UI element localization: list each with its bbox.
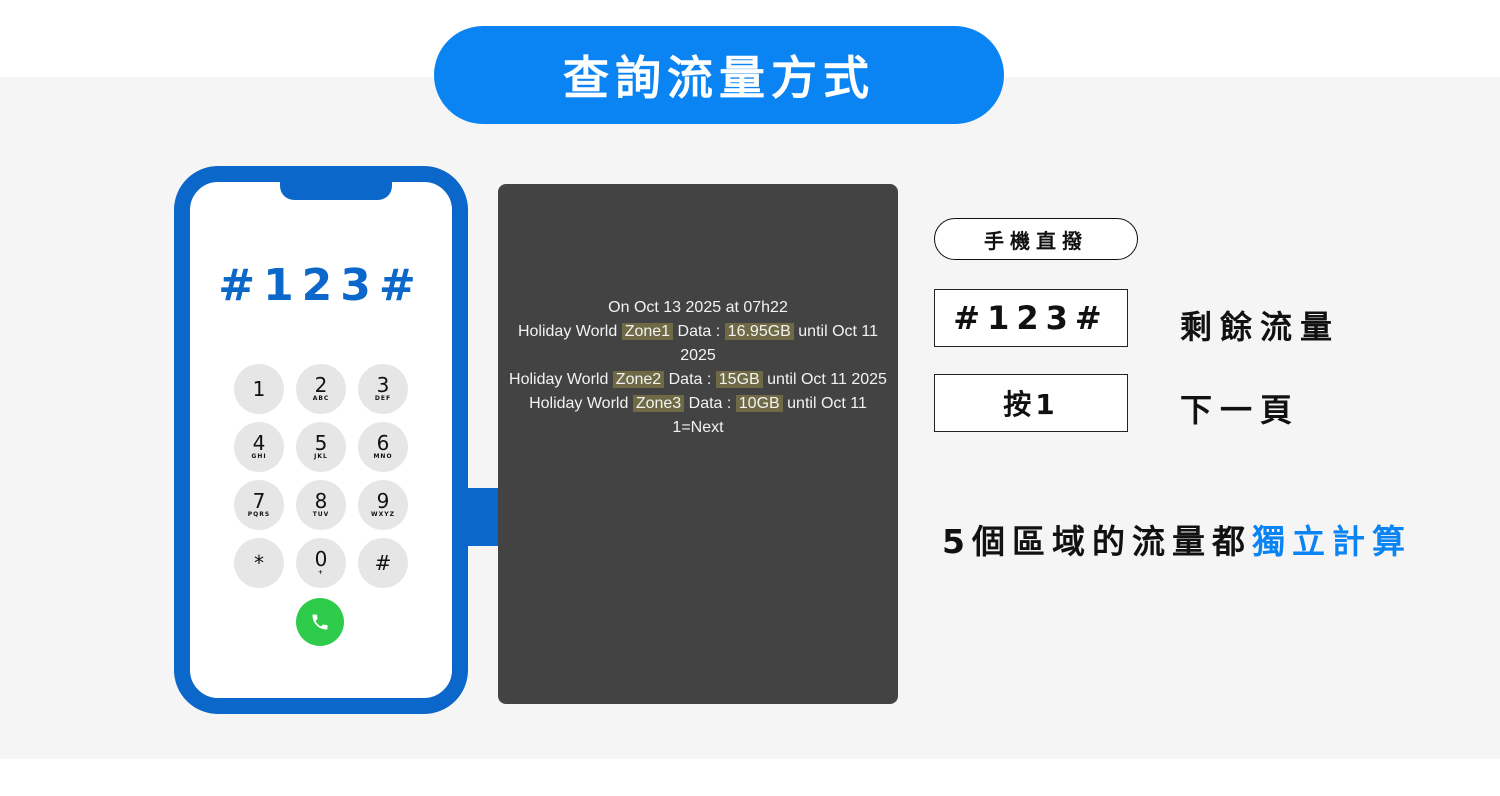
key-letters: TUV — [312, 511, 330, 518]
key-digit: 3 — [376, 373, 390, 397]
key-4[interactable]: 4 GHI — [234, 422, 284, 472]
dialed-code: #123# — [218, 260, 424, 311]
footnote-highlight: 獨立計算 — [1251, 522, 1412, 561]
call-button[interactable] — [296, 598, 344, 646]
ussd-zone-amount: 16.95GB — [724, 323, 794, 340]
dial-keypad: 1 2 ABC 3 DEF 4 GHI 5 JKL 6 MNO 7 PQRS 8 TUV 9 WXYZ * 0 + # — [234, 364, 424, 588]
phone-icon — [312, 614, 328, 630]
page-title: 查詢流量方式 — [434, 26, 1004, 124]
key-0[interactable]: 0 + — [296, 538, 346, 588]
footnote-text: 5個區域的流量都 — [942, 522, 1252, 561]
ussd-prefix: Holiday World — [509, 371, 609, 388]
ussd-data-label: Data : — [677, 323, 721, 340]
ussd-message: On Oct 13 2025 at 07h22 Holiday World Zo… — [498, 296, 898, 440]
ussd-zone-name: Zone3 — [632, 395, 685, 412]
key-letters: MNO — [373, 453, 393, 460]
ussd-until: until — [767, 371, 797, 388]
key-8[interactable]: 8 TUV — [296, 480, 346, 530]
key-letters: GHI — [251, 453, 267, 460]
ussd-zone-line: Holiday World Zone3 Data : 10GB until Oc… — [502, 392, 894, 416]
key-digit: 7 — [252, 489, 266, 513]
key-letters: WXYZ — [371, 511, 395, 518]
ussd-next-option: 1=Next — [672, 419, 724, 436]
key-digit: 5 — [314, 431, 328, 455]
footnote: 5個區域的流量都獨立計算 — [942, 515, 1412, 563]
ussd-data-label: Data : — [668, 371, 712, 388]
ussd-zone-line: Holiday World Zone1 Data : 16.95GB until… — [502, 320, 894, 368]
phone-notch — [280, 178, 392, 200]
ussd-zone-line: Holiday World Zone2 Data : 15GB until Oc… — [502, 368, 894, 392]
ussd-expiry: Oct 11 2025 — [800, 371, 887, 388]
key-digit: 4 — [252, 431, 266, 455]
ussd-date-line: On Oct 13 2025 at 07h22 — [608, 299, 788, 316]
key-digit: 6 — [376, 431, 390, 455]
ussd-data-label: Data : — [688, 395, 732, 412]
key-letters: DEF — [374, 395, 392, 402]
ussd-zone-name: Zone2 — [612, 371, 665, 388]
key-5[interactable]: 5 JKL — [296, 422, 346, 472]
ussd-zone-amount: 15GB — [715, 371, 763, 388]
key-star[interactable]: * — [234, 538, 284, 588]
phone-illustration: #123# 1 2 ABC 3 DEF 4 GHI 5 JKL 6 MNO 7 PQRS 8 TUV 9 WXY… — [174, 166, 468, 714]
ussd-prefix: Holiday World — [517, 323, 618, 340]
key-9[interactable]: 9 WXYZ — [358, 480, 408, 530]
code-box: #123# — [934, 289, 1128, 347]
key-digit: 1 — [252, 377, 266, 401]
key-digit: 2 — [314, 373, 328, 397]
ussd-prefix: Holiday World — [529, 395, 629, 412]
key-digit: 8 — [314, 489, 328, 513]
code-box: 按1 — [934, 374, 1128, 432]
code-meaning: 剩餘流量 — [1180, 308, 1341, 346]
key-digit: 9 — [376, 489, 390, 513]
ussd-until: until — [787, 395, 817, 412]
ussd-zone-name: Zone1 — [621, 323, 674, 340]
key-letters: JKL — [314, 453, 328, 460]
key-digit: 0 — [314, 547, 328, 571]
key-letters: PQRS — [247, 511, 271, 518]
ussd-response-screen: On Oct 13 2025 at 07h22 Holiday World Zo… — [498, 184, 898, 704]
key-1[interactable]: 1 — [234, 364, 284, 414]
key-letters: ABC — [312, 395, 330, 402]
key-hash[interactable]: # — [358, 538, 408, 588]
key-2[interactable]: 2 ABC — [296, 364, 346, 414]
key-3[interactable]: 3 DEF — [358, 364, 408, 414]
key-7[interactable]: 7 PQRS — [234, 480, 284, 530]
code-meaning: 下一頁 — [1180, 391, 1301, 429]
ussd-zone-amount: 10GB — [735, 395, 783, 412]
ussd-until: until — [798, 323, 828, 340]
key-letters: + — [317, 569, 325, 576]
key-digit: * — [254, 551, 264, 575]
key-6[interactable]: 6 MNO — [358, 422, 408, 472]
method-tag: 手機直撥 — [934, 218, 1138, 260]
ussd-expiry: Oct 11 — [820, 395, 867, 412]
page: 查詢流量方式 #123# 1 2 ABC 3 DEF 4 GHI 5 JKL 6 MNO 7 PQRS 8… — [0, 0, 1500, 796]
key-digit: # — [374, 551, 392, 575]
